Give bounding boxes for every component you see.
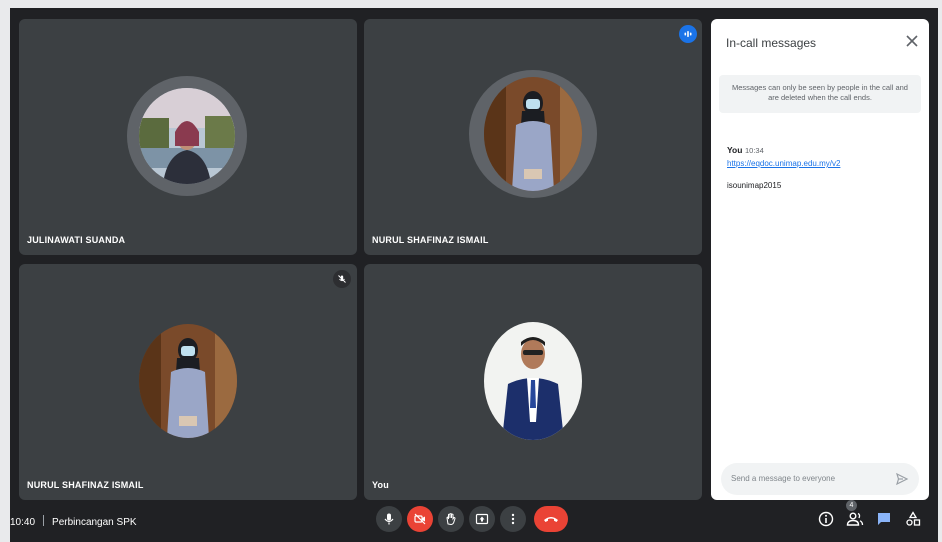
send-icon[interactable] — [895, 472, 909, 486]
chat-input[interactable]: Send a message to everyone — [721, 463, 919, 495]
microphone-icon — [384, 513, 394, 525]
camera-button[interactable] — [407, 506, 433, 532]
more-options-icon — [511, 513, 515, 525]
participant-name: NURUL SHAFINAZ ISMAIL — [27, 480, 144, 490]
activities-button[interactable] — [903, 509, 923, 529]
people-count-badge: 4 — [846, 500, 857, 511]
raise-hand-icon — [446, 513, 456, 526]
people-button[interactable] — [845, 509, 865, 529]
participant-name: NURUL SHAFINAZ ISMAIL — [372, 235, 489, 245]
chat-notice: Messages can only be seen by people in t… — [719, 75, 921, 113]
end-call-button[interactable] — [534, 506, 568, 532]
participant-name: JULINAWATI SUANDA — [27, 235, 126, 245]
chat-icon — [878, 513, 890, 525]
participant-tile[interactable]: NURUL SHAFINAZ ISMAIL — [364, 19, 702, 255]
avatar-ring — [469, 70, 597, 198]
avatar — [484, 77, 582, 191]
chat-title: In-call messages — [726, 36, 817, 50]
meeting-info: 10:40 Perbincangan SPK — [10, 515, 137, 528]
info-icon — [818, 511, 834, 527]
activities-icon — [906, 511, 921, 526]
participant-name: You — [372, 480, 389, 490]
info-button[interactable] — [816, 509, 836, 529]
avatar — [139, 324, 237, 438]
separator — [43, 515, 45, 526]
speaking-indicator-icon — [679, 25, 697, 43]
message-sender: You — [727, 145, 743, 155]
avatar — [484, 322, 582, 440]
participant-tile[interactable]: NURUL SHAFINAZ ISMAIL — [19, 264, 357, 500]
microphone-button[interactable] — [376, 506, 402, 532]
more-options-button[interactable] — [500, 506, 526, 532]
close-icon[interactable] — [905, 34, 919, 48]
mic-muted-icon — [333, 270, 351, 288]
chat-panel: In-call messages Messages can only be se… — [711, 19, 929, 500]
message-text: isounimap2015 — [727, 181, 782, 190]
present-button[interactable] — [469, 506, 495, 532]
participant-tile-self[interactable]: You — [364, 264, 702, 500]
present-icon — [475, 513, 489, 525]
meeting-time: 10:40 — [10, 517, 36, 528]
message-time: 10:34 — [745, 146, 764, 155]
participant-tile[interactable]: JULINAWATI SUANDA — [19, 19, 357, 255]
avatar — [139, 88, 235, 184]
people-icon — [846, 512, 864, 526]
raise-hand-button[interactable] — [438, 506, 464, 532]
meeting-title: Perbincangan SPK — [52, 517, 137, 528]
avatar-ring — [127, 76, 247, 196]
meeting-window: JULINAWATI SUANDA NURUL SHAFINAZ ISMAIL — [10, 8, 938, 542]
end-call-icon — [544, 517, 558, 522]
camera-off-icon — [414, 513, 426, 525]
chat-input-placeholder: Send a message to everyone — [731, 474, 836, 483]
message-link[interactable]: https://eqdoc.unimap.edu.my/v2 — [727, 159, 840, 168]
chat-button[interactable] — [874, 509, 894, 529]
